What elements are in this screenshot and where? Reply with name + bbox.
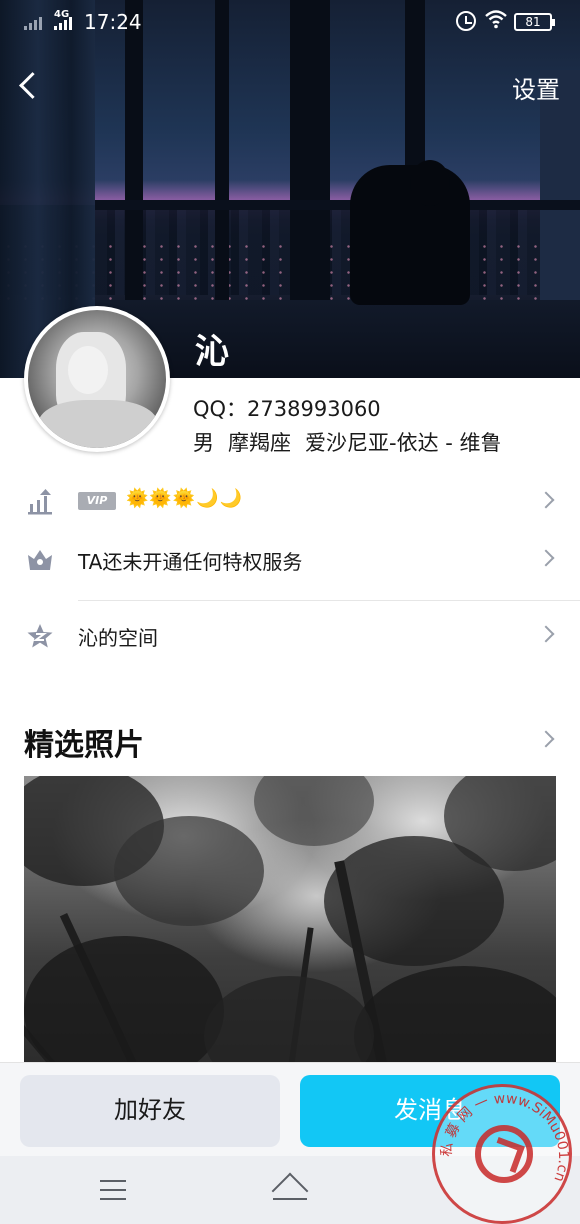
chevron-right-icon xyxy=(537,549,555,567)
status-time: 17:24 xyxy=(84,10,142,34)
qzone-label: 沁的空间 xyxy=(78,626,158,650)
profile-info: 男摩羯座 爱沙尼亚-依达 - 维鲁 xyxy=(193,427,516,457)
settings-button[interactable]: 设置 xyxy=(512,70,560,105)
chevron-right-icon[interactable] xyxy=(537,730,555,748)
qzone-row[interactable]: 沁的空间 xyxy=(0,604,580,666)
chevron-right-icon xyxy=(537,491,555,509)
avatar[interactable] xyxy=(24,306,170,452)
status-bar: 4G 17:24 81 xyxy=(0,0,580,44)
network-type: 4G xyxy=(54,9,70,20)
privilege-row[interactable]: TA还未开通任何特权服务 xyxy=(0,528,580,590)
add-friend-button[interactable]: 加好友 xyxy=(20,1075,280,1147)
featured-photo[interactable] xyxy=(24,776,556,1076)
signal-icon xyxy=(24,14,42,30)
battery-indicator: 81 xyxy=(514,13,555,31)
vip-badge: VIP xyxy=(78,492,116,510)
alarm-icon xyxy=(456,11,476,31)
wifi-icon xyxy=(484,8,508,35)
qq-number: QQ：2738993060 xyxy=(193,397,381,421)
crown-icon xyxy=(26,547,54,573)
qzone-star-icon xyxy=(26,623,54,649)
menu-icon[interactable] xyxy=(100,1180,126,1200)
level-icons: 🌞🌞🌞🌙🌙 xyxy=(126,488,244,509)
chevron-right-icon xyxy=(537,625,555,643)
home-icon[interactable] xyxy=(271,1176,309,1202)
avatar-image xyxy=(28,310,166,448)
divider xyxy=(78,600,580,601)
watermark-stamp: 私 募 网 一 www.SiMu001.cn xyxy=(432,1084,572,1224)
level-up-icon xyxy=(26,489,54,515)
gender: 男 xyxy=(193,431,214,455)
back-button[interactable] xyxy=(14,66,44,106)
location: 爱沙尼亚-依达 - 维鲁 xyxy=(305,431,502,455)
zodiac: 摩羯座 xyxy=(228,431,291,455)
profile-nickname: 沁 xyxy=(195,332,229,372)
featured-photos-title[interactable]: 精选照片 xyxy=(24,720,144,764)
privilege-label: TA还未开通任何特权服务 xyxy=(78,550,303,574)
